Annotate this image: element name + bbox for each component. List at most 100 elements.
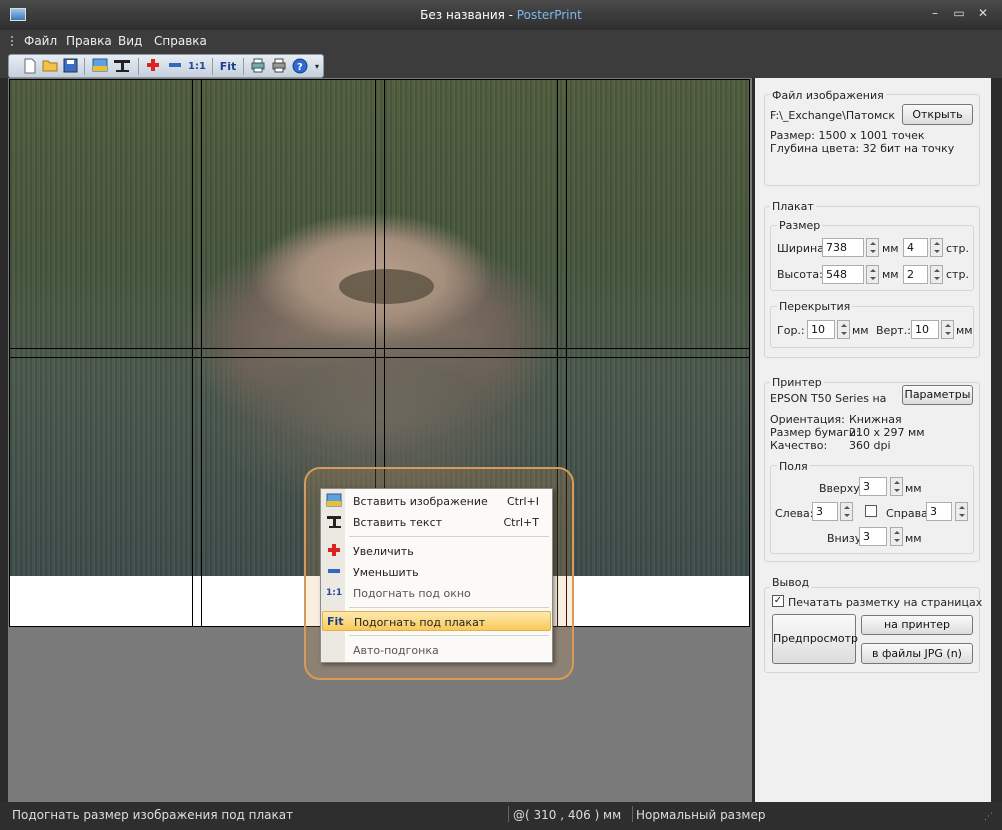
printer-params-button[interactable]: Параметры — [902, 385, 973, 405]
right-margin-field[interactable] — [926, 502, 952, 521]
height-spinner[interactable] — [866, 265, 879, 284]
menu-item-zoom-in[interactable]: Увеличить — [322, 541, 551, 561]
page-divider — [9, 348, 750, 349]
help-icon[interactable]: ? — [291, 58, 309, 75]
hor-field[interactable] — [807, 320, 835, 339]
orientation-value: Книжная — [849, 413, 902, 426]
print-marks-checkbox[interactable]: ✓ — [772, 595, 784, 607]
print-icon[interactable] — [270, 58, 288, 75]
to-jpg-button[interactable]: в файлы JPG (n) — [861, 643, 973, 664]
pages-h-unit: стр. — [946, 268, 969, 281]
menu-item-zoom-out[interactable]: Уменьшить — [322, 562, 551, 582]
poster-size-title: Размер — [777, 219, 823, 232]
settings-panel: Файл изображения F:\_Exchange\Патомский … — [755, 78, 991, 802]
width-field[interactable] — [822, 238, 864, 257]
zoom-in-icon[interactable] — [144, 58, 162, 75]
window-title: Без названия - PosterPrint — [420, 8, 582, 22]
vert-unit: мм — [956, 324, 973, 337]
bottom-margin-unit: мм — [905, 532, 922, 545]
quality-label: Качество: — [770, 439, 828, 452]
zoom-out-icon[interactable] — [166, 58, 184, 75]
insert-text-icon[interactable] — [113, 58, 131, 75]
menu-view[interactable]: Вид — [118, 34, 142, 48]
width-unit: мм — [882, 242, 899, 255]
pages-h-spinner[interactable] — [930, 265, 943, 284]
hor-spinner[interactable] — [837, 320, 850, 339]
menu-help[interactable]: Справка — [154, 34, 207, 48]
top-margin-unit: мм — [905, 482, 922, 495]
page-divider — [9, 357, 750, 358]
page-divider — [192, 79, 193, 627]
quality-value: 360 dpi — [849, 439, 891, 452]
poster-group-title: Плакат — [770, 200, 816, 213]
menu-bar: Файл Правка Вид Справка — [0, 30, 1002, 52]
maximize-button[interactable]: ▭ — [948, 4, 970, 22]
new-file-icon[interactable] — [21, 58, 39, 75]
menu-edit[interactable]: Правка — [66, 34, 112, 48]
pages-h-field[interactable] — [903, 265, 928, 284]
print-marks-label: Печатать разметку на страницах — [788, 596, 983, 609]
toolbar-separator — [138, 58, 139, 75]
pages-w-unit: стр. — [946, 242, 969, 255]
output-group-title: Вывод — [770, 576, 812, 589]
height-field[interactable] — [822, 265, 864, 284]
insert-image-icon[interactable] — [91, 58, 109, 75]
poster-canvas[interactable] — [8, 78, 752, 802]
pages-w-spinner[interactable] — [930, 238, 943, 257]
status-zoom: Нормальный размер — [636, 808, 766, 822]
toolbar-overflow-icon[interactable]: ▾ — [312, 58, 322, 75]
open-folder-icon[interactable] — [41, 58, 59, 75]
to-printer-button[interactable]: на принтер — [861, 615, 973, 635]
menu-separator — [349, 536, 549, 537]
vert-spinner[interactable] — [941, 320, 954, 339]
toolbar: 1:1 Fit ? ▾ — [8, 54, 324, 78]
open-button[interactable]: Открыть — [902, 104, 973, 125]
right-margin-spinner[interactable] — [955, 502, 968, 521]
hor-label: Гор.: — [777, 324, 805, 337]
left-margin-label: Слева: — [775, 507, 814, 520]
toolbar-separator — [212, 58, 213, 75]
status-separator — [508, 806, 509, 822]
fit-poster-icon[interactable]: Fit — [217, 58, 239, 75]
save-icon[interactable] — [61, 58, 79, 75]
menu-file[interactable]: Файл — [24, 34, 57, 48]
printer-group-title: Принтер — [770, 376, 824, 389]
width-spinner[interactable] — [866, 238, 879, 257]
bottom-margin-spinner[interactable] — [890, 527, 903, 546]
close-button[interactable]: ✕ — [972, 4, 994, 22]
right-margin-label: Справа: — [886, 507, 932, 520]
margins-title: Поля — [777, 460, 810, 473]
menu-item-fit-poster[interactable]: Fit Подогнать под плакат — [322, 611, 551, 631]
svg-text:?: ? — [297, 62, 303, 73]
menu-item-auto-fit[interactable]: Авто-подгонка — [322, 640, 551, 660]
image-file-path: F:\_Exchange\Патомский — [770, 109, 896, 122]
toolbar-separator — [243, 58, 244, 75]
top-margin-field[interactable] — [859, 477, 887, 496]
image-size: Размер: 1500 x 1001 точек — [770, 129, 925, 142]
insert-text-icon — [326, 514, 342, 530]
menu-item-fit-window[interactable]: 1:1 Подогнать под окно — [322, 583, 551, 603]
preview-button[interactable]: Предпросмотр — [772, 614, 858, 664]
image-depth: Глубина цвета: 32 бит на точку — [770, 142, 955, 155]
left-margin-spinner[interactable] — [840, 502, 853, 521]
menu-item-insert-text[interactable]: Вставить текст Ctrl+T — [322, 512, 551, 532]
resize-grip-icon[interactable]: ⋰ — [984, 812, 993, 822]
vert-label: Верт.: — [876, 324, 911, 337]
hor-unit: мм — [852, 324, 869, 337]
status-coords: @( 310 , 406 ) мм — [513, 808, 622, 822]
print-preview-icon[interactable] — [249, 58, 267, 75]
pages-w-field[interactable] — [903, 238, 928, 257]
link-margins-checkbox[interactable] — [865, 505, 877, 517]
image-file-group-title: Файл изображения — [770, 89, 886, 102]
fit-poster-icon: Fit — [327, 615, 344, 628]
paper-label: Размер бумаги: — [770, 426, 860, 439]
left-margin-field[interactable] — [812, 502, 838, 521]
zoom-actual-icon[interactable]: 1:1 — [188, 58, 206, 75]
top-margin-spinner[interactable] — [890, 477, 903, 496]
menu-item-insert-image[interactable]: Вставить изображение Ctrl+I — [322, 491, 551, 511]
menu-grip[interactable] — [11, 36, 13, 46]
menu-separator — [349, 635, 549, 636]
minimize-button[interactable]: – — [924, 4, 946, 22]
vert-field[interactable] — [911, 320, 939, 339]
bottom-margin-field[interactable] — [859, 527, 887, 546]
